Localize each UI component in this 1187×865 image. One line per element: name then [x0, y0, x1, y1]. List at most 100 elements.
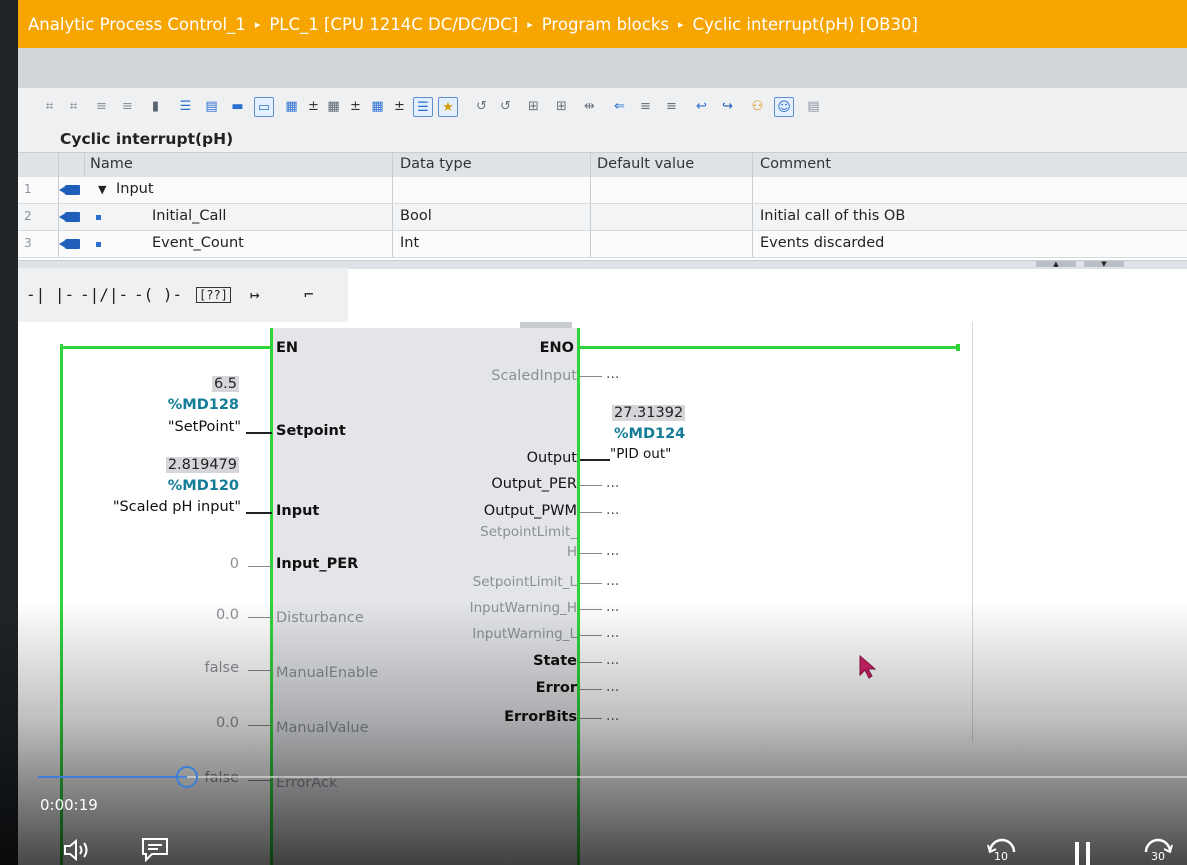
pin-manual-value[interactable]: ManualValue: [276, 720, 369, 736]
assignment-icon[interactable]: ⊞: [552, 97, 571, 116]
video-progress-track[interactable]: [38, 776, 1187, 778]
row-number: 2: [24, 209, 32, 223]
pause-icon[interactable]: [1072, 840, 1094, 865]
monitor-stop-icon[interactable]: ↪: [718, 97, 737, 116]
snapshot-icon[interactable]: ▤: [804, 97, 823, 116]
monitoring-on-off-icon[interactable]: ☺: [774, 97, 794, 117]
input-warning-h-open[interactable]: ...: [606, 599, 619, 615]
column-header-default-value[interactable]: Default value: [597, 156, 694, 172]
breadcrumb-item-project[interactable]: Analytic Process Control_1: [28, 15, 246, 34]
scroll-down-icon[interactable]: ▼: [1084, 261, 1124, 268]
output-per-open[interactable]: ...: [606, 475, 619, 491]
setpoint-tag[interactable]: "SetPoint": [168, 419, 241, 435]
pin-error-bits[interactable]: ErrorBits: [504, 709, 577, 725]
call-structure-icon[interactable]: ⊞: [524, 97, 543, 116]
favorites-icon[interactable]: ★: [438, 97, 458, 117]
pin-output-per[interactable]: Output_PER: [491, 476, 577, 492]
breadcrumb-item-block[interactable]: Cyclic interrupt(pH) [OB30]: [693, 15, 918, 34]
column-header-name[interactable]: Name: [90, 156, 133, 172]
operand-display-dropdown-icon[interactable]: ±: [390, 97, 409, 116]
normally-open-contact-icon[interactable]: -| |-: [26, 285, 74, 304]
open-branch-icon[interactable]: ↦: [250, 285, 260, 304]
output-pwm-open[interactable]: ...: [606, 502, 619, 518]
empty-box-icon[interactable]: [??]: [196, 287, 231, 303]
table-row[interactable]: 3 Event_Count Int Events discarded: [18, 231, 1187, 258]
scroll-arrows[interactable]: ▲ ▼: [1036, 261, 1132, 268]
pin-input-warning-h[interactable]: InputWarning_H: [470, 600, 577, 616]
modify-icon[interactable]: ⚇: [748, 97, 767, 116]
jump-icon[interactable]: ↺: [472, 97, 491, 116]
pin-setpoint-limit-h[interactable]: SetpointLimit_: [480, 524, 577, 540]
pin-scaled-input[interactable]: ScaledInput: [491, 368, 577, 384]
scaled-input-open[interactable]: ...: [606, 366, 619, 382]
collapse-arrow-icon[interactable]: ▼: [98, 183, 106, 196]
go-to-icon[interactable]: ⇐: [610, 97, 629, 116]
pin-input-warning-l[interactable]: InputWarning_L: [472, 626, 577, 642]
input-per-constant[interactable]: 0: [230, 556, 239, 572]
output-address[interactable]: %MD124: [614, 426, 685, 442]
input-parameter-icon: [59, 212, 80, 222]
captions-icon[interactable]: [140, 836, 170, 864]
insert-network-icon[interactable]: ⌗: [40, 97, 59, 116]
jump-label-icon[interactable]: ↺: [496, 97, 515, 116]
pin-state[interactable]: State: [533, 653, 577, 669]
volume-icon[interactable]: [62, 838, 96, 862]
error-bits-open[interactable]: ...: [606, 708, 619, 724]
column-header-comment[interactable]: Comment: [760, 156, 831, 172]
pin-error[interactable]: Error: [536, 680, 577, 696]
cross-reference-icon[interactable]: ⇹: [580, 97, 599, 116]
insert-row-icon[interactable]: ≡: [92, 97, 111, 116]
open-box-icon[interactable]: ▮: [146, 97, 165, 116]
pin-manual-enable[interactable]: ManualEnable: [276, 665, 378, 681]
input-live-value: 2.819479: [165, 457, 239, 473]
setpoint-limit-l-open[interactable]: ...: [606, 573, 619, 589]
pin-output[interactable]: Output: [527, 450, 577, 466]
pin-en[interactable]: EN: [276, 340, 298, 356]
scroll-up-icon[interactable]: ▲: [1036, 261, 1076, 268]
pin-eno[interactable]: ENO: [540, 340, 574, 356]
add-row-icon[interactable]: ≡: [118, 97, 137, 116]
tag-info-icon[interactable]: ▦: [324, 97, 343, 116]
expand-all-icon[interactable]: ▤: [202, 97, 221, 116]
delete-network-icon[interactable]: ⌗: [64, 97, 83, 116]
pin-input[interactable]: Input: [276, 503, 319, 519]
table-row[interactable]: 2 Initial_Call Bool Initial call of this…: [18, 204, 1187, 231]
input-address[interactable]: %MD120: [168, 478, 239, 494]
output-tag[interactable]: "PID out": [610, 446, 671, 462]
next-error-icon[interactable]: ≡: [636, 97, 655, 116]
networks-overview-icon[interactable]: ☰: [413, 97, 433, 117]
input-warning-l-open[interactable]: ...: [606, 625, 619, 641]
rewind-10-button[interactable]: 10: [984, 836, 1020, 865]
forward-30-button[interactable]: 30: [1140, 836, 1176, 865]
coil-icon[interactable]: -( )-: [134, 285, 182, 304]
comments-icon[interactable]: ▭: [254, 97, 274, 117]
pin-disturbance[interactable]: Disturbance: [276, 610, 364, 626]
pin-setpoint[interactable]: Setpoint: [276, 423, 346, 439]
manual-enable-constant[interactable]: false: [205, 660, 240, 676]
tag-info-dropdown-icon[interactable]: ±: [346, 97, 365, 116]
close-branch-icon[interactable]: ⌐: [304, 285, 314, 304]
input-tag[interactable]: "Scaled pH input": [113, 499, 241, 515]
pin-input-per[interactable]: Input_PER: [276, 556, 358, 572]
breadcrumb-item-program-blocks[interactable]: Program blocks: [542, 15, 669, 34]
column-header-data-type[interactable]: Data type: [400, 156, 472, 172]
absolute-operands-icon[interactable]: ▦: [282, 97, 301, 116]
monitor-icon[interactable]: ↩: [692, 97, 711, 116]
collapse-all-icon[interactable]: ▬: [228, 97, 247, 116]
manual-value-constant[interactable]: 0.0: [216, 715, 239, 731]
operand-display-icon[interactable]: ▦: [368, 97, 387, 116]
list-view-icon[interactable]: ☰: [176, 97, 195, 116]
state-open[interactable]: ...: [606, 652, 619, 668]
setpoint-address[interactable]: %MD128: [168, 397, 239, 413]
disturbance-constant[interactable]: 0.0: [216, 607, 239, 623]
error-open[interactable]: ...: [606, 679, 619, 695]
setpoint-limit-h-open[interactable]: ...: [606, 543, 619, 559]
absolute-operands-dropdown-icon[interactable]: ±: [304, 97, 323, 116]
error-ack-constant[interactable]: false: [205, 770, 240, 786]
pin-setpoint-limit-l[interactable]: SetpointLimit_L: [473, 574, 577, 590]
pin-output-pwm[interactable]: Output_PWM: [484, 503, 577, 519]
breadcrumb-item-plc[interactable]: PLC_1 [CPU 1214C DC/DC/DC]: [269, 15, 518, 34]
normally-closed-contact-icon[interactable]: -|/|-: [80, 285, 128, 304]
table-row[interactable]: 1 ▼ Input: [18, 177, 1187, 204]
previous-error-icon[interactable]: ≡: [662, 97, 681, 116]
